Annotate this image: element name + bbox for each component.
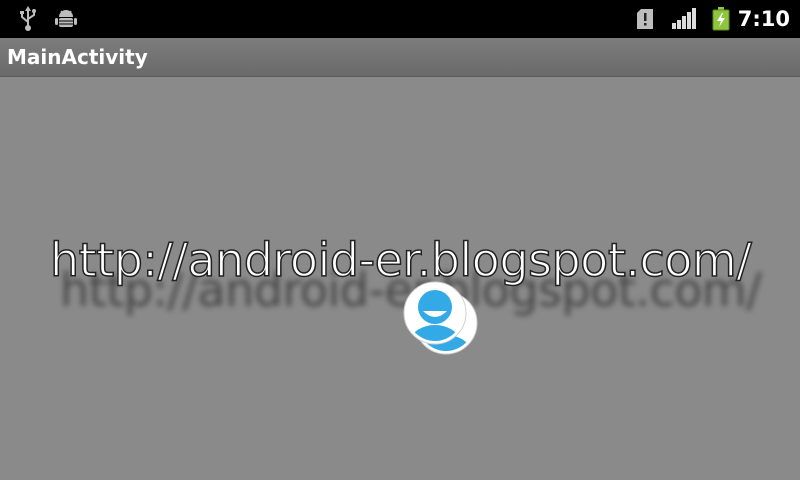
battery-icon xyxy=(710,0,732,38)
url-text: http://android-er.blogspot.com/ xyxy=(49,232,752,288)
title-bar: MainActivity xyxy=(0,38,800,77)
main-content: http://android-er.blogspot.com/ http://a… xyxy=(0,77,800,480)
sd-card-icon xyxy=(634,0,656,38)
status-bar: 7:10 xyxy=(0,0,800,38)
usb-icon xyxy=(16,0,40,38)
debug-icon xyxy=(54,0,78,38)
status-time: 7:10 xyxy=(737,7,790,31)
contact-avatar-icon xyxy=(403,281,467,345)
android-screen: 7:10 MainActivity http://android-er.blog… xyxy=(0,0,800,480)
signal-icon xyxy=(670,0,698,38)
page-title: MainActivity xyxy=(7,45,148,69)
